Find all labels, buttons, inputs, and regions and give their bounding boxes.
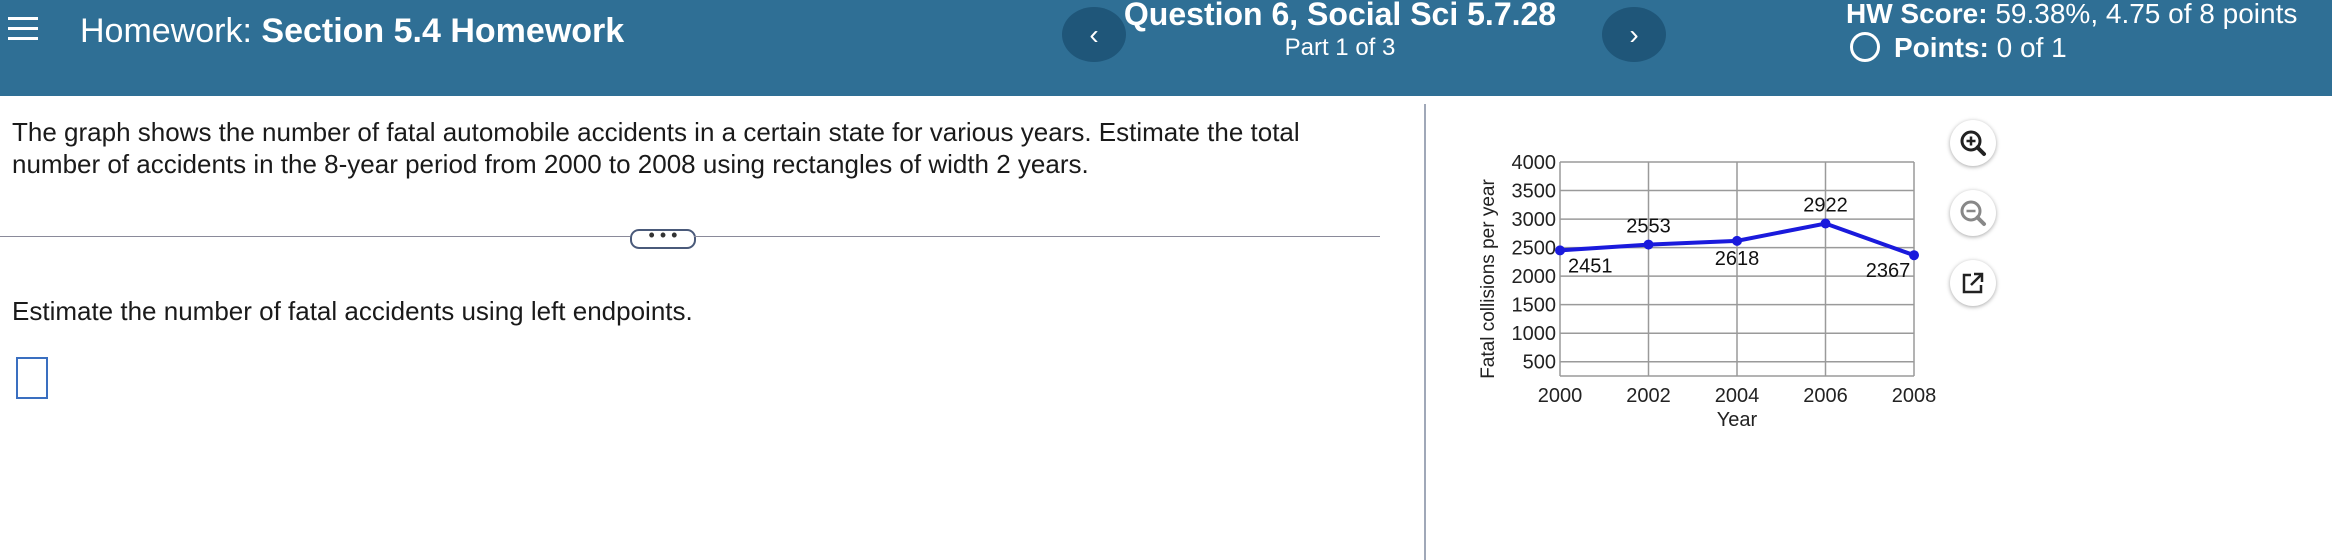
answer-input[interactable] xyxy=(16,357,48,399)
data-label: 2618 xyxy=(1715,248,1760,270)
divider-right xyxy=(694,236,1380,237)
data-point xyxy=(1820,218,1831,229)
y-tick-label: 1500 xyxy=(1512,295,1557,317)
divider-left xyxy=(0,236,630,237)
popout-icon xyxy=(1962,272,1984,294)
next-question-button[interactable]: › xyxy=(1602,7,1666,62)
points-label: Points: xyxy=(1894,32,1989,63)
panel-divider xyxy=(1424,104,1426,560)
y-tick-label: 1000 xyxy=(1512,323,1557,345)
instruction-text: Estimate the number of fatal accidents u… xyxy=(12,296,693,326)
hw-score-value: 59.38%, 4.75 of 8 points xyxy=(1995,0,2298,29)
x-tick-label: 2004 xyxy=(1715,385,1760,407)
chevron-left-icon: ‹ xyxy=(1089,19,1099,50)
hw-score-label: HW Score: xyxy=(1846,0,1988,29)
points-status-icon xyxy=(1850,32,1880,62)
question-title: Question 6, Social Sci 5.7.28 xyxy=(1123,0,1557,32)
data-label: 2553 xyxy=(1626,216,1671,238)
hw-score: HW Score: 59.38%, 4.75 of 8 points xyxy=(1846,0,2297,30)
x-tick-label: 2002 xyxy=(1626,385,1671,407)
data-label: 2451 xyxy=(1568,255,1613,277)
x-tick-label: 2000 xyxy=(1538,385,1583,407)
x-tick-label: 2006 xyxy=(1803,385,1848,407)
y-tick-label: 3000 xyxy=(1512,209,1557,231)
x-axis-label: Year xyxy=(1717,409,1758,431)
data-point xyxy=(1555,245,1565,256)
y-tick-label: 4000 xyxy=(1512,152,1557,174)
hamburger-menu-icon[interactable] xyxy=(8,10,38,50)
y-tick-label: 500 xyxy=(1523,352,1556,374)
data-point xyxy=(1909,250,1919,261)
data-point xyxy=(1643,239,1654,250)
zoom-out-button[interactable] xyxy=(1950,190,1996,236)
y-tick-label: 2000 xyxy=(1512,266,1557,288)
homework-name: Section 5.4 Homework xyxy=(261,12,625,50)
popout-button[interactable] xyxy=(1950,260,1996,306)
expand-button[interactable]: • • • xyxy=(630,226,696,249)
accident-line-chart: 4000 3500 3000 2500 2000 1500 1000 500 2000 2002 2… xyxy=(1478,152,1937,431)
y-axis-label: Fatal collisions per year xyxy=(1478,179,1499,379)
points-value: 0 of 1 xyxy=(1996,32,2067,63)
zoom-in-icon xyxy=(1960,130,1986,156)
y-tick-label: 3500 xyxy=(1512,181,1557,203)
data-label: 2922 xyxy=(1803,195,1848,217)
chevron-right-icon: › xyxy=(1629,19,1639,50)
top-bar: Homework: Section 5.4 Homework ‹ Questio… xyxy=(0,0,2332,96)
x-tick-label: 2008 xyxy=(1892,385,1937,407)
zoom-in-button[interactable] xyxy=(1950,120,1996,166)
problem-text: The graph shows the number of fatal auto… xyxy=(12,117,1300,179)
points-display: Points: 0 of 1 xyxy=(1850,32,2067,64)
zoom-out-icon xyxy=(1960,200,1986,226)
homework-prefix: Homework: xyxy=(80,12,252,50)
data-point xyxy=(1732,235,1742,246)
question-part: Part 1 of 3 xyxy=(1284,34,1396,61)
homework-title: Homework: Section 5.4 Homework xyxy=(80,12,624,51)
y-tick-label: 2500 xyxy=(1512,238,1557,260)
data-label: 2367 xyxy=(1866,260,1911,282)
